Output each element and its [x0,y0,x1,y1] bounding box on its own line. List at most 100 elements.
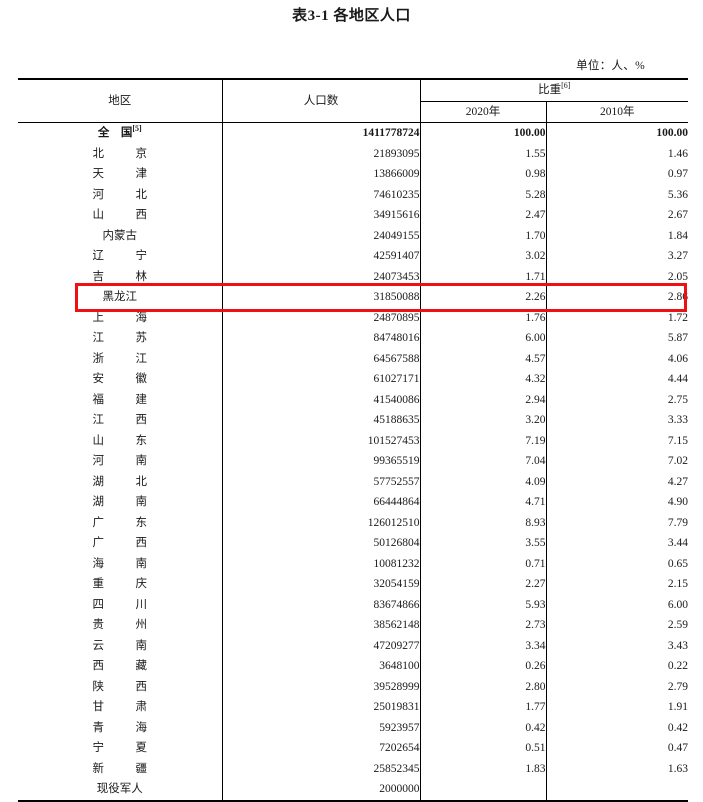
cell-population: 31850088 [221,287,420,308]
cell-share-2020: 1.70 [419,225,546,246]
cell-share-2010: 2.15 [545,574,689,595]
table-row[interactable]: 浙 江 64567588 4.57 4.06 [18,348,689,370]
column-header-share: 比重[6] [419,79,689,102]
table-row[interactable]: 宁 夏 7202654 0.51 0.47 [18,738,689,759]
table-row[interactable]: 广 东 126012510 8.93 7.79 [18,512,689,533]
cell-population: 24073453 [221,266,420,287]
region-name: 内蒙古 [102,229,138,242]
cell-region: 湖 南 [18,492,222,513]
table-row[interactable]: 贵 州 38562148 2.73 2.59 [18,615,689,636]
cell-population: 41540086 [221,389,420,410]
table-row[interactable]: 山 西 34915616 2.47 2.67 [18,205,689,226]
cell-region: 湖 北 [18,472,222,493]
cell-population: 99365519 [221,451,420,472]
region-name: 辽 宁 [92,250,157,262]
table-row[interactable]: 上 海 24870895 1.76 1.72 [18,307,689,328]
table-row[interactable]: 全 国[5] 1411778724 100.00 100.00 [18,122,689,144]
table-row[interactable]: 广 西 50126804 3.55 3.44 [18,533,689,554]
region-name: 宁 夏 [92,742,157,754]
cell-region: 河 南 [18,451,222,472]
region-name: 广 东 [92,516,157,529]
cell-region: 吉 林 [18,267,222,288]
region-name: 安 徽 [92,373,157,385]
cell-share-2010: 1.46 [545,143,689,164]
table-row[interactable]: 云 南 47209277 3.34 3.43 [18,635,689,656]
column-header-region: 地区 [18,79,222,123]
cell-population: 42591407 [221,246,420,267]
table-row[interactable]: 江 西 45188635 3.20 3.33 [18,410,689,431]
table-row[interactable]: 河 北 74610235 5.28 5.36 [18,184,689,205]
table-row[interactable]: 湖 南 66444864 4.71 4.90 [18,492,689,513]
cell-share-2010: 2.79 [545,676,689,697]
cell-region: 江 西 [18,410,222,431]
region-name: 湖 南 [92,496,157,508]
table-row[interactable]: 北 京 21893095 1.55 1.46 [18,143,689,164]
cell-share-2010: 0.47 [545,738,689,759]
cell-share-2010: 0.97 [545,164,689,185]
cell-share-2020: 3.20 [419,410,546,431]
cell-share-2020: 2.27 [419,574,546,595]
cell-region: 江 苏 [18,328,222,349]
table-row[interactable]: 内蒙古 24049155 1.70 1.84 [18,225,689,246]
cell-share-2010: 3.43 [545,635,689,656]
cell-share-2010: 3.27 [545,246,689,267]
cell-population: 101527453 [221,430,420,451]
region-name: 山 西 [92,209,157,221]
cell-region: 福 建 [18,390,222,411]
table-row[interactable]: 湖 北 57752557 4.09 4.27 [18,471,689,493]
cell-share-2020: 3.55 [419,533,546,554]
cell-share-2020: 4.32 [419,369,546,390]
cell-population: 126012510 [221,512,420,533]
cell-region: 甘 肃 [18,697,222,718]
table-row[interactable]: 江 苏 84748016 6.00 5.87 [18,328,689,349]
table-row[interactable]: 西 藏 3648100 0.26 0.22 [18,656,689,677]
table-header: 地区 人口数 比重[6] 2020年 2010年 [18,79,689,123]
table-row[interactable]: 青 海 5923957 0.42 0.42 [18,717,689,738]
cell-region: 广 西 [18,533,222,554]
population-table: 地区 人口数 比重[6] 2020年 2010年 全 国[5] 141177872… [18,78,689,802]
table-row[interactable]: 重 庆 32054159 2.27 2.15 [18,574,689,595]
table-row[interactable]: 甘 肃 25019831 1.77 1.91 [18,697,689,718]
cell-share-2010: 7.15 [545,430,689,451]
cell-population: 74610235 [221,184,420,205]
cell-share-2010: 7.79 [545,512,689,533]
table-row[interactable]: 山 东 101527453 7.19 7.15 [18,430,689,451]
cell-share-2010: 0.42 [545,717,689,738]
cell-share-2020: 8.93 [419,512,546,533]
cell-share-2010: 3.33 [545,410,689,431]
table-row[interactable]: 陕 西 39528999 2.80 2.79 [18,676,689,698]
cell-share-2010: 100.00 [545,122,689,144]
cell-region: 海 南 [18,554,222,575]
table-row[interactable]: 吉 林 24073453 1.71 2.05 [18,266,689,288]
table-row[interactable]: 黑龙江 31850088 2.26 2.86 [18,287,689,308]
cell-population: 7202654 [221,738,420,759]
column-header-year-2020: 2020年 [419,101,546,123]
table-row[interactable]: 辽 宁 42591407 3.02 3.27 [18,246,689,267]
region-name: 福 建 [92,393,157,406]
cell-region: 宁 夏 [18,738,222,759]
cell-share-2010: 6.00 [545,594,689,615]
region-name: 北 京 [92,147,157,160]
table-row[interactable]: 四 川 83674866 5.93 6.00 [18,594,689,615]
cell-share-2010: 4.06 [545,348,689,369]
cell-region: 浙 江 [18,349,222,370]
cell-share-2020: 2.80 [419,676,546,697]
table-row[interactable]: 安 徽 61027171 4.32 4.44 [18,369,689,390]
cell-share-2010: 0.65 [545,553,689,574]
cell-region: 安 徽 [18,369,222,390]
table-row[interactable]: 河 南 99365519 7.04 7.02 [18,451,689,472]
cell-population: 57752557 [221,471,420,492]
table-row[interactable]: 新 疆 25852345 1.83 1.63 [18,758,689,779]
table-row[interactable]: 天 津 13866009 0.98 0.97 [18,164,689,185]
table-row[interactable]: 福 建 41540086 2.94 2.75 [18,389,689,411]
cell-share-2020 [419,779,546,802]
cell-share-2020: 1.55 [419,143,546,164]
region-name: 上 海 [92,311,157,324]
cell-share-2010: 3.44 [545,533,689,554]
cell-region: 陕 西 [18,677,222,698]
table-row[interactable]: 海 南 10081232 0.71 0.65 [18,553,689,575]
table-row[interactable]: 现役军人 2000000 [18,779,689,802]
region-name: 重 庆 [92,578,157,590]
cell-region: 现役军人 [18,779,222,802]
cell-share-2010: 2.75 [545,389,689,410]
